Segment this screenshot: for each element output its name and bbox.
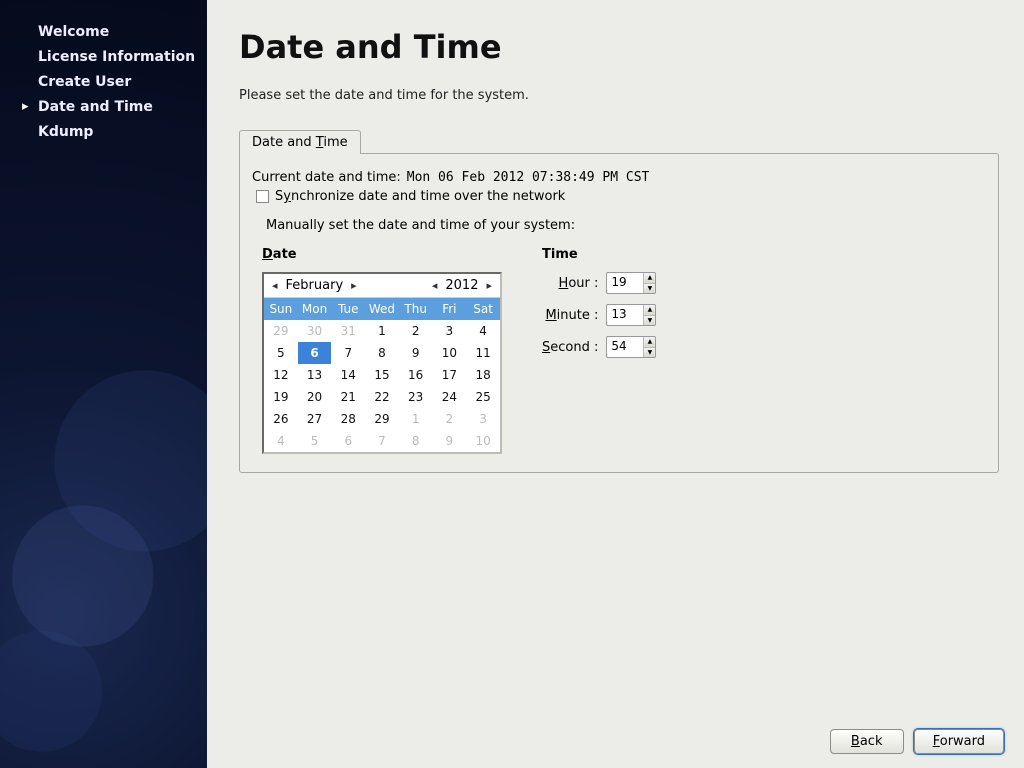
back-button[interactable]: Back — [830, 729, 904, 754]
calendar-day[interactable]: 16 — [399, 364, 433, 386]
sync-label: Synchronize date and time over the netwo… — [275, 189, 565, 204]
calendar-day[interactable]: 29 — [264, 320, 298, 342]
second-label: Second : — [542, 340, 598, 355]
calendar-dow: Sat — [466, 298, 500, 320]
date-heading: Date — [262, 247, 502, 262]
calendar-day[interactable]: 19 — [264, 386, 298, 408]
calendar-day[interactable]: 9 — [399, 342, 433, 364]
sidebar: Welcome License Information Create User … — [0, 0, 207, 768]
sidebar-item-date-and-time[interactable]: Date and Time — [0, 95, 207, 120]
minute-label: Minute : — [542, 308, 598, 323]
calendar-grid: SunMonTueWedThuFriSat 293031123456789101… — [264, 298, 500, 452]
calendar-year[interactable]: 2012 — [445, 278, 478, 293]
calendar-day[interactable]: 1 — [399, 408, 433, 430]
calendar-day[interactable]: 31 — [331, 320, 365, 342]
minute-up-button[interactable]: ▲ — [644, 305, 655, 316]
calendar-day[interactable]: 26 — [264, 408, 298, 430]
datetime-panel: Current date and time: Mon 06 Feb 2012 0… — [239, 153, 999, 473]
hour-spinner[interactable]: 19 ▲▼ — [606, 272, 656, 294]
calendar-day[interactable]: 14 — [331, 364, 365, 386]
minute-value[interactable]: 13 — [607, 305, 643, 325]
calendar-day[interactable]: 2 — [399, 320, 433, 342]
calendar-dow: Wed — [365, 298, 399, 320]
current-datetime-value: Mon 06 Feb 2012 07:38:49 PM CST — [407, 170, 650, 185]
calendar-day[interactable]: 7 — [331, 342, 365, 364]
main-panel: Date and Time Please set the date and ti… — [207, 0, 1024, 768]
sync-checkbox[interactable] — [256, 190, 269, 203]
page-title: Date and Time — [239, 28, 1004, 66]
prev-year-button[interactable]: ◂ — [430, 279, 440, 292]
calendar-day[interactable]: 4 — [264, 430, 298, 452]
calendar-dow: Tue — [331, 298, 365, 320]
hour-value[interactable]: 19 — [607, 273, 643, 293]
date-column: Date ◂ February ▸ ◂ 2012 — [262, 247, 502, 454]
calendar-day[interactable]: 27 — [298, 408, 332, 430]
calendar-day[interactable]: 12 — [264, 364, 298, 386]
tab-date-and-time[interactable]: Date and Time — [239, 130, 361, 154]
calendar-day[interactable]: 8 — [365, 342, 399, 364]
calendar-day[interactable]: 25 — [466, 386, 500, 408]
calendar: ◂ February ▸ ◂ 2012 ▸ SunMonTueWedT — [262, 272, 502, 454]
sidebar-item-license-information[interactable]: License Information — [0, 45, 207, 70]
calendar-dow: Mon — [298, 298, 332, 320]
forward-button[interactable]: Forward — [914, 729, 1004, 754]
calendar-day[interactable]: 8 — [399, 430, 433, 452]
next-year-button[interactable]: ▸ — [484, 279, 494, 292]
calendar-day[interactable]: 23 — [399, 386, 433, 408]
page-subtitle: Please set the date and time for the sys… — [239, 88, 1004, 103]
sidebar-item-welcome[interactable]: Welcome — [0, 20, 207, 45]
manual-label: Manually set the date and time of your s… — [266, 218, 986, 233]
calendar-day[interactable]: 7 — [365, 430, 399, 452]
calendar-day[interactable]: 4 — [466, 320, 500, 342]
sidebar-item-kdump[interactable]: Kdump — [0, 120, 207, 145]
calendar-day[interactable]: 18 — [466, 364, 500, 386]
second-down-button[interactable]: ▼ — [644, 348, 655, 358]
calendar-day[interactable]: 6 — [331, 430, 365, 452]
calendar-day[interactable]: 10 — [466, 430, 500, 452]
second-up-button[interactable]: ▲ — [644, 337, 655, 348]
calendar-day[interactable]: 6 — [298, 342, 332, 364]
time-column: Time Hour : 19 ▲▼ Minute : 13 ▲▼ Second … — [542, 247, 656, 454]
calendar-day[interactable]: 21 — [331, 386, 365, 408]
calendar-day[interactable]: 13 — [298, 364, 332, 386]
minute-spinner[interactable]: 13 ▲▼ — [606, 304, 656, 326]
calendar-dow: Sun — [264, 298, 298, 320]
second-spinner[interactable]: 54 ▲▼ — [606, 336, 656, 358]
calendar-day[interactable]: 9 — [433, 430, 467, 452]
calendar-day[interactable]: 5 — [298, 430, 332, 452]
calendar-day[interactable]: 3 — [433, 320, 467, 342]
sidebar-item-create-user[interactable]: Create User — [0, 70, 207, 95]
calendar-day[interactable]: 1 — [365, 320, 399, 342]
calendar-month[interactable]: February — [286, 278, 344, 293]
second-value[interactable]: 54 — [607, 337, 643, 357]
calendar-day[interactable]: 24 — [433, 386, 467, 408]
minute-down-button[interactable]: ▼ — [644, 316, 655, 326]
hour-label: Hour : — [542, 276, 598, 291]
calendar-dow: Thu — [399, 298, 433, 320]
time-heading: Time — [542, 247, 656, 262]
calendar-day[interactable]: 29 — [365, 408, 399, 430]
prev-month-button[interactable]: ◂ — [270, 279, 280, 292]
hour-up-button[interactable]: ▲ — [644, 273, 655, 284]
calendar-day[interactable]: 28 — [331, 408, 365, 430]
calendar-day[interactable]: 10 — [433, 342, 467, 364]
calendar-day[interactable]: 20 — [298, 386, 332, 408]
calendar-day[interactable]: 22 — [365, 386, 399, 408]
calendar-dow: Fri — [433, 298, 467, 320]
current-datetime-label: Current date and time: — [252, 170, 401, 185]
calendar-day[interactable]: 11 — [466, 342, 500, 364]
calendar-day[interactable]: 5 — [264, 342, 298, 364]
calendar-day[interactable]: 15 — [365, 364, 399, 386]
calendar-day[interactable]: 30 — [298, 320, 332, 342]
calendar-day[interactable]: 17 — [433, 364, 467, 386]
calendar-day[interactable]: 3 — [466, 408, 500, 430]
hour-down-button[interactable]: ▼ — [644, 284, 655, 294]
calendar-day[interactable]: 2 — [433, 408, 467, 430]
next-month-button[interactable]: ▸ — [349, 279, 359, 292]
